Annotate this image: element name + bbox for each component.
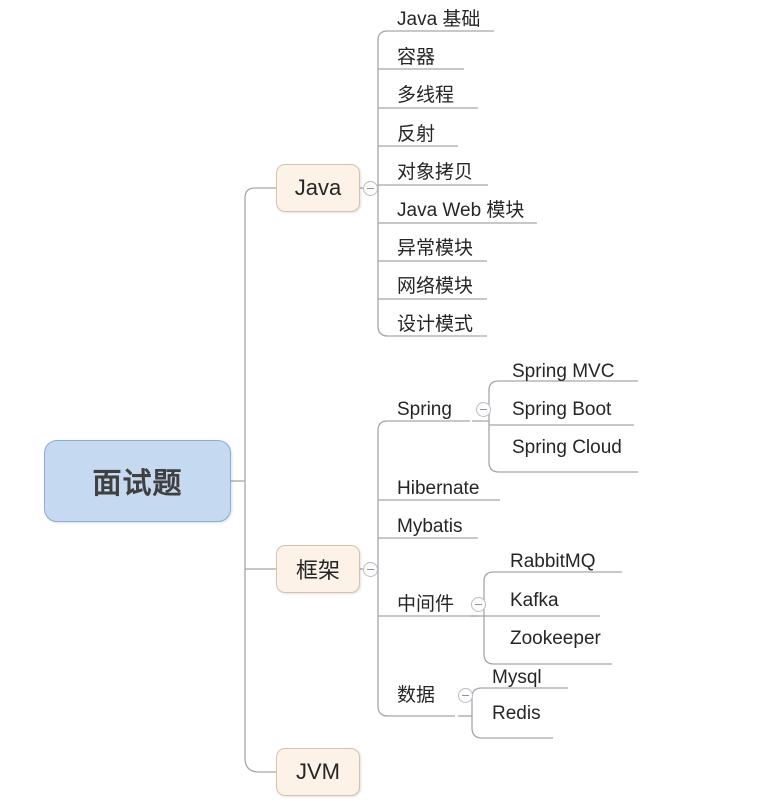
branch-node-java-label: Java (294, 175, 342, 200)
node-mybatis-label: Mybatis (397, 516, 463, 537)
node-zookeeper[interactable]: Zookeeper (510, 629, 601, 648)
wire-data-bottom (471, 727, 553, 739)
node-mybatis[interactable]: Mybatis (397, 517, 462, 536)
wire-data-top (471, 687, 568, 698)
node-mysql[interactable]: Mysql (492, 668, 542, 687)
branch-node-jvm-label: JVM (296, 759, 340, 784)
node-spring-boot[interactable]: Spring Boot (512, 400, 611, 419)
wire-to-jvm (244, 757, 276, 773)
node-multithreading[interactable]: 多线程 (397, 86, 454, 105)
node-design-patterns-label: 设计模式 (397, 314, 474, 335)
node-kafka-label: Kafka (510, 590, 559, 611)
node-reflection[interactable]: 反射 (397, 125, 435, 144)
node-hibernate[interactable]: Hibernate (397, 479, 479, 498)
node-zookeeper-label: Zookeeper (510, 628, 601, 649)
root-node-label: 面试题 (92, 468, 183, 500)
node-container[interactable]: 容器 (397, 48, 435, 67)
collapse-toggle-spring[interactable] (476, 402, 491, 417)
mindmap-canvas: 面试题 Java 框架 JVM Java 基础 容器 多线程 反射 对象拷贝 J… (0, 0, 757, 809)
node-exception-module-label: 异常模块 (397, 238, 474, 259)
node-mysql-label: Mysql (492, 667, 542, 688)
node-spring-mvc-label: Spring MVC (512, 361, 615, 382)
node-middleware-label: 中间件 (397, 594, 455, 615)
collapse-toggle-java[interactable] (363, 181, 378, 196)
node-data-label: 数据 (397, 685, 436, 706)
node-spring-cloud[interactable]: Spring Cloud (512, 438, 622, 457)
collapse-toggle-middleware[interactable] (471, 597, 486, 612)
node-java-basics[interactable]: Java 基础 (397, 10, 480, 29)
node-java-web-module[interactable]: Java Web 模块 (397, 201, 524, 220)
branch-node-jvm[interactable]: JVM (276, 748, 360, 796)
node-hibernate-label: Hibernate (397, 478, 480, 499)
node-rabbitmq-label: RabbitMQ (510, 551, 596, 572)
node-spring[interactable]: Spring (397, 400, 452, 419)
root-node[interactable]: 面试题 (44, 440, 231, 522)
node-network-module[interactable]: 网络模块 (397, 277, 473, 296)
node-reflection-label: 反射 (397, 124, 436, 145)
wire-framework-bottom (377, 705, 455, 717)
collapse-toggle-framework[interactable] (363, 562, 378, 577)
node-data[interactable]: 数据 (397, 686, 435, 705)
node-container-label: 容器 (397, 47, 436, 68)
node-redis-label: Redis (492, 703, 541, 724)
wire-framework-top (377, 420, 470, 431)
branch-node-framework-label: 框架 (295, 558, 340, 583)
node-spring-label: Spring (397, 399, 452, 420)
node-exception-module[interactable]: 异常模块 (397, 239, 473, 258)
node-design-patterns[interactable]: 设计模式 (397, 315, 473, 334)
collapse-toggle-data[interactable] (458, 688, 473, 703)
node-kafka[interactable]: Kafka (510, 591, 559, 610)
wire-spring-top (488, 380, 638, 391)
branch-node-java[interactable]: Java (276, 164, 360, 212)
wire-middleware-top (483, 571, 622, 582)
node-redis[interactable]: Redis (492, 704, 541, 723)
node-java-basics-label: Java 基础 (397, 9, 481, 30)
connector-lines (231, 30, 638, 773)
node-spring-mvc[interactable]: Spring MVC (512, 362, 614, 381)
branch-node-framework[interactable]: 框架 (276, 545, 360, 593)
node-network-module-label: 网络模块 (397, 276, 474, 297)
node-object-copy[interactable]: 对象拷贝 (397, 163, 473, 182)
node-spring-boot-label: Spring Boot (512, 399, 612, 420)
node-spring-cloud-label: Spring Cloud (512, 437, 622, 458)
wire-to-java (244, 187, 276, 199)
node-middleware[interactable]: 中间件 (397, 595, 454, 614)
wire-spring-bottom (488, 461, 638, 473)
wire-java-top (377, 30, 494, 41)
node-java-web-module-label: Java Web 模块 (397, 200, 525, 221)
wire-middleware-bottom (483, 653, 612, 665)
node-multithreading-label: 多线程 (397, 85, 455, 106)
node-rabbitmq[interactable]: RabbitMQ (510, 552, 596, 571)
node-object-copy-label: 对象拷贝 (397, 162, 474, 183)
